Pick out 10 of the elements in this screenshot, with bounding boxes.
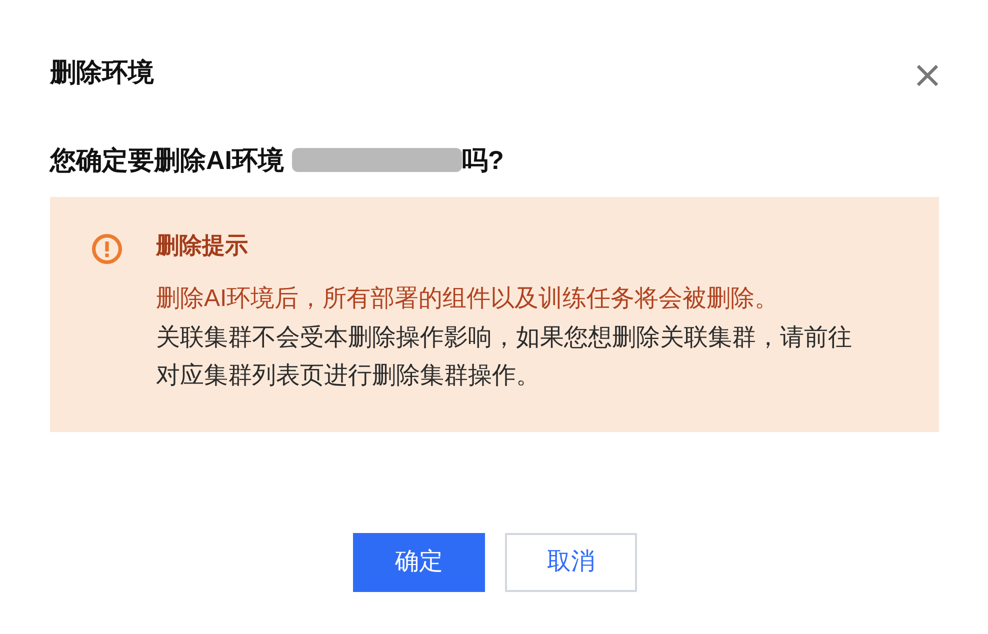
dialog-title: 删除环境 [50,56,154,89]
confirm-button[interactable]: 确定 [353,532,485,592]
exclamation-circle-icon [92,234,122,264]
question-text: 吗? [462,144,504,177]
alert-text: 关联集群不会受本删除操作影响，如果您想删除关联集群，请前往对应集群列表页进行删除集群操作。 [156,322,853,391]
alert-title: 删除提示 [156,231,249,260]
question-text: 您确定要删除AI环境 [50,144,284,177]
close-icon[interactable] [916,64,939,87]
cancel-button[interactable]: 取消 [505,532,637,592]
alert-text: 删除AI环境后，所有部署的组件以及训练任务将会被删除。 [156,284,780,314]
